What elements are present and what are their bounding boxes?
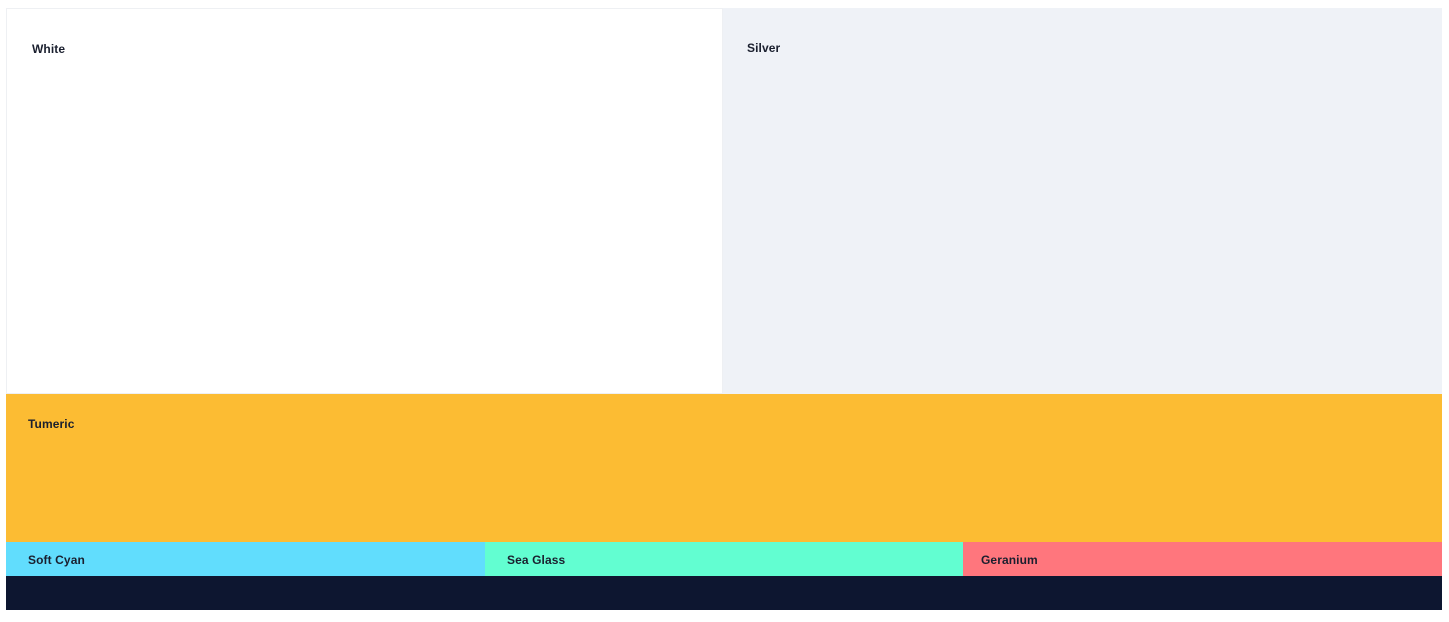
swatch-white: White	[6, 8, 723, 394]
swatch-label-silver: Silver	[747, 41, 781, 55]
swatch-label-geranium: Geranium	[981, 553, 1038, 567]
swatch-sea-glass: Sea Glass	[485, 542, 963, 576]
swatch-label-sea-glass: Sea Glass	[507, 553, 566, 567]
swatch-label-soft-cyan: Soft Cyan	[28, 553, 85, 567]
color-palette: White Silver Tumeric Soft Cyan Sea Glass…	[6, 8, 1442, 610]
swatch-label-tumeric: Tumeric	[28, 417, 75, 431]
swatch-silver: Silver	[723, 8, 1442, 394]
swatch-navy	[6, 576, 1442, 610]
swatch-label-white: White	[32, 42, 66, 56]
swatch-soft-cyan: Soft Cyan	[6, 542, 485, 576]
swatch-geranium: Geranium	[963, 542, 1442, 576]
swatch-tumeric: Tumeric	[6, 394, 1442, 542]
